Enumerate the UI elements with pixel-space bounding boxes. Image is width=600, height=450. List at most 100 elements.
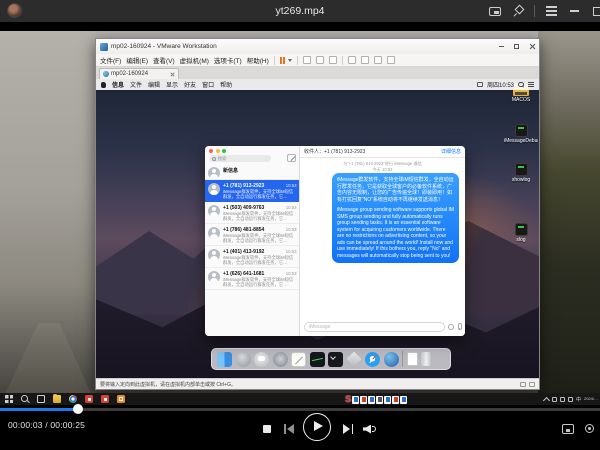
compose-button (287, 154, 296, 162)
vmware-menubar: 文件(F) 编辑(E) 查看(V) 虚拟机(M) 选项卡(T) 帮助(H) (96, 54, 539, 67)
vmware-toolbar-separator (274, 56, 275, 65)
conversation-list: 新信息 +1 (781) 913-2923 10:53 iMessage群发软件… (205, 164, 299, 290)
minimize-icon (570, 10, 579, 12)
spotlight-icon (518, 82, 524, 88)
red-app-icon (85, 395, 93, 403)
avatar (208, 271, 220, 283)
desktop-icon-label: showlog (504, 177, 538, 183)
conversation-row-selected: +1 (781) 913-2923 10:53 iMessage群发软件，支持全… (205, 180, 299, 202)
minimize-button[interactable] (568, 4, 581, 18)
vmware-menu-help: 帮助(H) (247, 55, 269, 65)
aspect-ratio-button[interactable] (562, 424, 574, 434)
red-app-icon (101, 395, 109, 403)
progress-fill (0, 408, 78, 411)
in-video-taskbar (0, 393, 600, 405)
dock-icon-trash (421, 352, 432, 366)
conversation-name: +1 (626) 641-1681 (223, 271, 283, 277)
terminal-app-icon (515, 163, 528, 176)
macos-menu-help: 帮助 (220, 80, 232, 89)
imessage-input: iMessage (304, 322, 445, 332)
previous-button[interactable] (284, 424, 295, 434)
conversation-preview: iMessage群发软件，支持全球iM短信群发，全自动运行群发任务，它… (223, 189, 297, 199)
dock-divider (402, 351, 403, 367)
conversation-time: 10:53 (286, 183, 297, 188)
next-button[interactable] (343, 424, 354, 434)
stop-button[interactable] (263, 425, 271, 433)
dock-icon-network-app (384, 352, 399, 367)
menu-button[interactable] (545, 4, 558, 18)
task-view-icon (37, 395, 45, 403)
previous-icon (287, 424, 294, 434)
tray-ime-indicator: 中 (576, 396, 581, 403)
vmware-device-icon (529, 382, 535, 387)
titlebar-actions (488, 0, 600, 22)
vmware-menu-view: 查看(V) (153, 55, 175, 65)
dock-icon-system-preferences (273, 352, 288, 367)
vmware-window-controls (499, 39, 535, 54)
seek-thumb[interactable] (73, 404, 83, 414)
start-icon (5, 395, 13, 403)
watermark-block (376, 396, 383, 404)
speaker-wave-icon (372, 426, 376, 432)
mini-player-button[interactable] (488, 4, 501, 18)
search-placeholder: 搜索 (218, 156, 227, 162)
tray-chevron-icon (543, 396, 550, 403)
search-icon (212, 157, 216, 161)
file-explorer-icon (53, 395, 61, 403)
macos-menu-window: 窗口 (202, 80, 214, 89)
details-link: 详细信息 (441, 148, 461, 155)
chat-date-header: 今天 10:53 (300, 167, 465, 173)
vmware-capture-icon (329, 56, 337, 64)
conversation-name: +1 (503) 409-9763 (223, 205, 283, 211)
settings-button[interactable] (584, 423, 595, 434)
vmware-panel-icon (348, 56, 356, 64)
desktop-icon-imessagedebug: iMessageDebug (504, 124, 538, 144)
vmware-unity-icon (387, 56, 395, 64)
tray-clock: 2024/… (584, 397, 598, 402)
outgoing-message-bubble: iMessage群发软件，支持全球iM短信群发，全自动运行群发任务，它是获取全球… (332, 173, 459, 263)
conversation-time: 10:53 (286, 205, 297, 210)
maximize-icon (593, 7, 600, 16)
terminal-app-icon (515, 223, 528, 236)
pin-on-top-button[interactable] (511, 4, 524, 18)
vm-tab-icon (103, 71, 109, 77)
tray-volume-icon (568, 397, 573, 402)
speaker-icon (363, 425, 371, 434)
vmware-maximize-icon (514, 44, 519, 49)
gear-icon-center (588, 427, 591, 430)
macos-screen: 信息 文件 编辑 显示 好友 窗口 帮助 周四10:53 (96, 79, 539, 378)
video-viewport[interactable]: mp02-160924 - VMware Workstation 文件(F) 编… (0, 31, 600, 405)
chat-pane: 收件人： +1 (781) 913-2923 详细信息 与“+1 (781) 9… (300, 146, 465, 336)
macos-menu-messages: 信息 (112, 80, 124, 89)
volume-button[interactable] (363, 424, 377, 434)
watermark-block (360, 396, 367, 404)
macos-dock (211, 348, 451, 370)
macos-menubar-status: 周四10:53 (477, 80, 534, 89)
dock-icon-safari (365, 352, 380, 367)
conversation-name: +1 (781) 913-2923 (223, 183, 283, 189)
conversation-preview: iMessage群发软件，支持全球iM短信群发，全自动运行群发任务，它… (223, 233, 297, 243)
vmware-status-text: 要将输入定向到此虚拟机，请在虚拟机内部单击或按 Ctrl+G。 (100, 381, 517, 388)
vm-tab-close-icon (170, 72, 175, 77)
conversation-time: 10:53 (286, 227, 297, 232)
seek-bar[interactable] (0, 408, 600, 411)
vmware-toolbar-separator (297, 56, 298, 65)
in-video-system-tray: 中 2024/… (544, 393, 598, 405)
conversation-row-new: 新信息 (205, 164, 299, 180)
play-button[interactable] (303, 413, 331, 441)
vmware-menu-vm: 虚拟机(M) (180, 55, 209, 65)
apple-menu-icon (101, 82, 106, 88)
watermark-letter: S (345, 395, 351, 404)
tray-shield-icon (552, 397, 557, 402)
conversation-name: +1 (786) 481-8854 (223, 227, 283, 233)
avatar (208, 183, 220, 195)
conversation-preview: iMessage群发软件，支持全球iM短信群发，全自动运行群发任务，它… (223, 211, 297, 221)
vmware-window: mp02-160924 - VMware Workstation 文件(F) 编… (95, 38, 540, 390)
conversation-time: 10:53 (286, 271, 297, 276)
dock-icon-finder (217, 352, 232, 367)
chat-header: 收件人： +1 (781) 913-2923 详细信息 (300, 146, 465, 158)
maximize-button[interactable] (591, 4, 600, 18)
mini-player-icon (489, 7, 501, 16)
dock-icon-activity-monitor (310, 352, 325, 367)
conversation-preview: iMessage群发软件，支持全球iM短信群发，全自动运行群发任务，它… (223, 255, 297, 265)
